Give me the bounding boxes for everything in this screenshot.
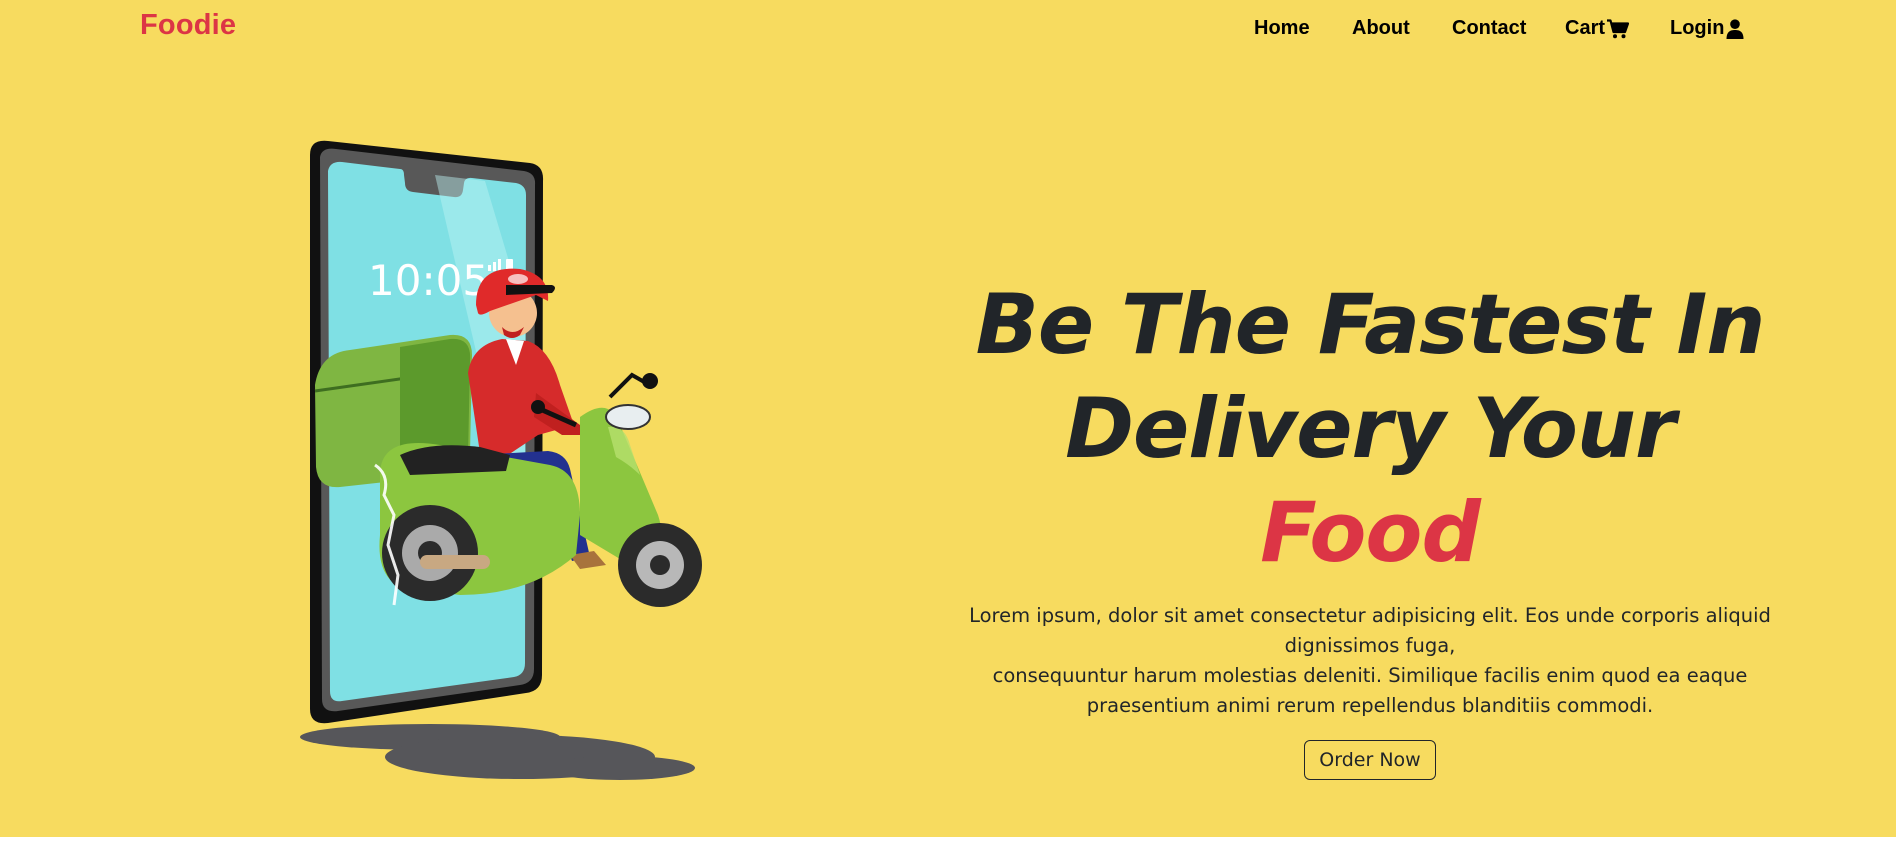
nav-link-cart-label: Cart bbox=[1565, 17, 1606, 39]
rider-torso bbox=[468, 339, 574, 455]
nav-link-about[interactable]: About bbox=[1352, 17, 1410, 40]
headline-line-2: Delivery Your bbox=[1065, 380, 1676, 477]
headlight bbox=[605, 404, 651, 430]
headline-line-1: Be The Fastest In bbox=[975, 276, 1766, 373]
description-line-1: Lorem ipsum, dolor sit amet consectetur … bbox=[969, 604, 1771, 657]
nav-link-login-label: Login bbox=[1670, 17, 1725, 39]
navbar: Foodie Home About Contact Cart Login bbox=[0, 0, 1896, 58]
nav-link-home[interactable]: Home bbox=[1254, 17, 1310, 40]
ground-shadow-3 bbox=[545, 756, 695, 780]
hero-text: Be The Fastest In Delivery Your Food Lor… bbox=[960, 273, 1780, 780]
headline-accent: Food bbox=[1260, 484, 1481, 581]
hero-section: 10:05 Be The Fastest In Delivery Your Fo… bbox=[0, 58, 1896, 837]
hero-headline: Be The Fastest In Delivery Your Food bbox=[960, 273, 1780, 585]
phone-time: 10:05 bbox=[368, 256, 489, 305]
cart-icon bbox=[1607, 18, 1630, 38]
nav-link-home-label: Home bbox=[1254, 17, 1310, 39]
nav-link-cart[interactable]: Cart bbox=[1565, 17, 1630, 40]
delivery-scooter-phone-illustration: 10:05 bbox=[300, 140, 702, 780]
nav-link-login[interactable]: Login bbox=[1670, 17, 1744, 40]
user-icon bbox=[1726, 18, 1744, 39]
nav-link-about-label: About bbox=[1352, 17, 1410, 39]
hero-description: Lorem ipsum, dolor sit amet consectetur … bbox=[960, 601, 1780, 721]
order-now-button[interactable]: Order Now bbox=[1304, 740, 1436, 780]
nav-link-contact[interactable]: Contact bbox=[1452, 17, 1526, 40]
nav-links: Home About Contact Cart Login bbox=[0, 17, 1896, 47]
description-line-2: consequuntur harum molestias deleniti. S… bbox=[992, 664, 1748, 717]
nav-link-contact-label: Contact bbox=[1452, 17, 1527, 39]
exhaust bbox=[420, 555, 490, 569]
